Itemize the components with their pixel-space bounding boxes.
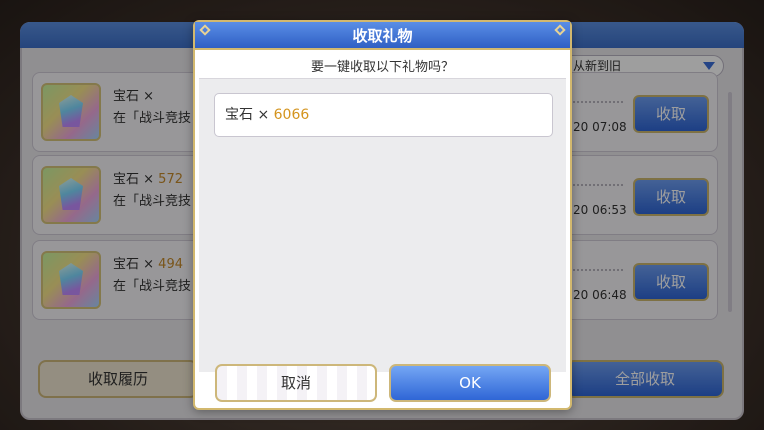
- corner-ornament-icon: [199, 24, 211, 36]
- gift-summary-label: 宝石 ×: [225, 107, 274, 123]
- receive-gifts-dialog: 收取礼物 要一键收取以下礼物吗？ 宝石 × 6066 取消 OK: [193, 20, 572, 410]
- dialog-header: 收取礼物: [195, 22, 570, 50]
- dialog-title: 收取礼物: [352, 27, 413, 45]
- dialog-subtitle: 要一键收取以下礼物吗？: [310, 60, 454, 75]
- cancel-button[interactable]: 取消: [215, 364, 377, 402]
- ok-button[interactable]: OK: [389, 364, 551, 402]
- corner-ornament-icon: [554, 24, 566, 36]
- gift-summary-item: 宝石 × 6066: [214, 93, 553, 137]
- gift-summary-amount: 6066: [273, 107, 310, 123]
- dialog-body: 宝石 × 6066: [199, 78, 566, 372]
